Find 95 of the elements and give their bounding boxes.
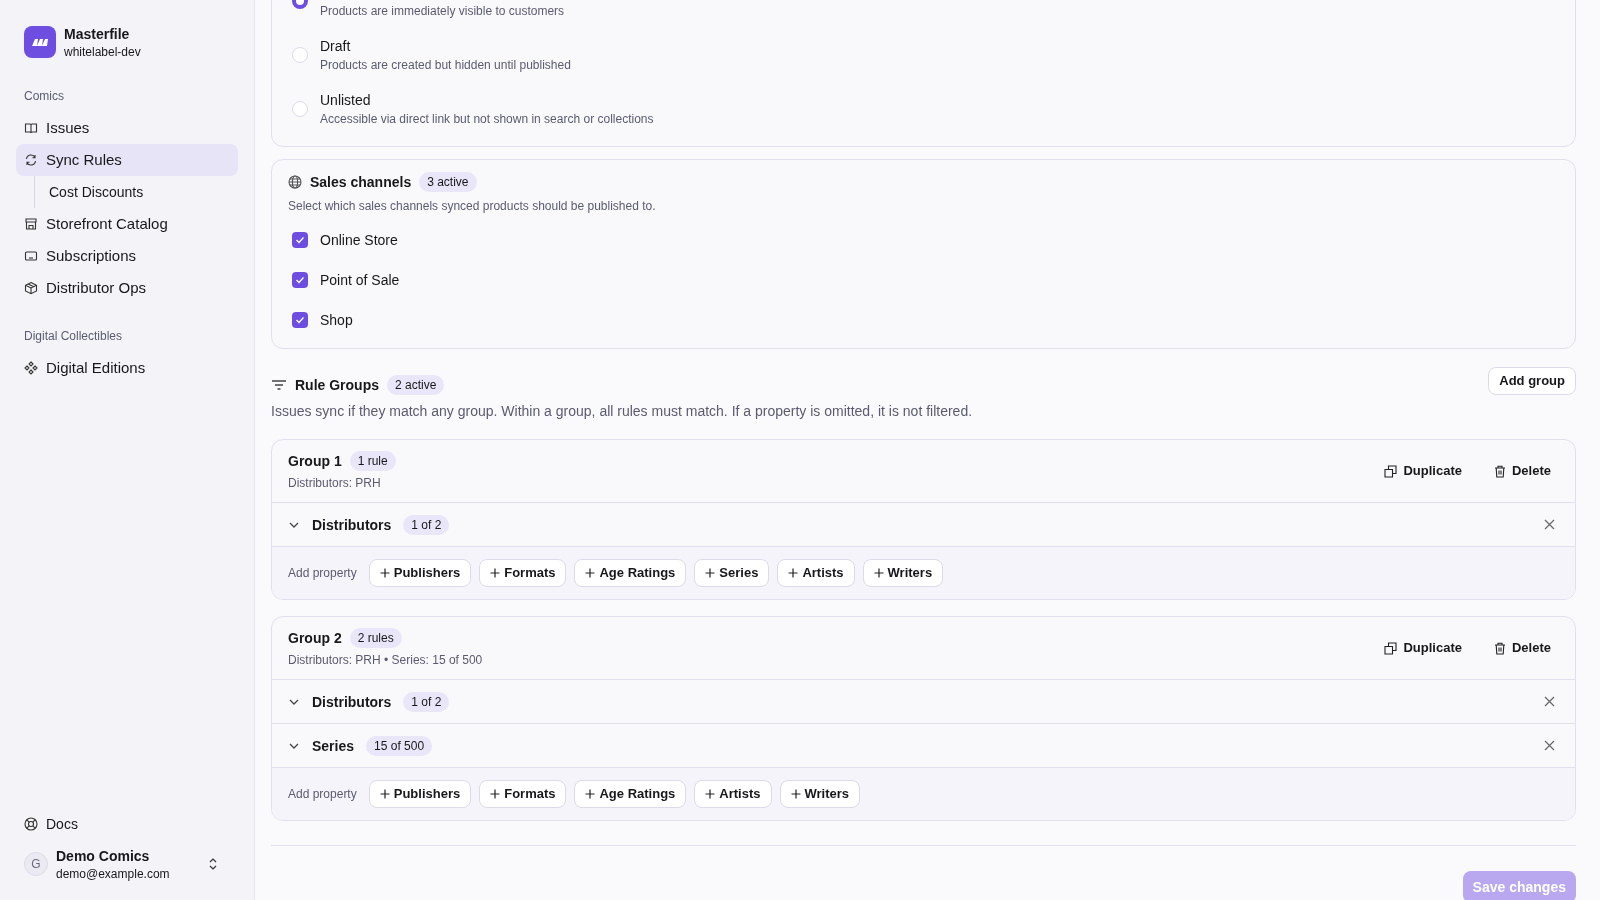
option-label: Draft [320, 37, 352, 56]
count-badge: 2 active [387, 375, 445, 395]
count-badge: 15 of 500 [366, 735, 433, 756]
count-badge: 1 rule [349, 451, 396, 471]
plus-icon [490, 789, 501, 799]
card-icon [24, 249, 38, 263]
add-property-button[interactable]: Writers [779, 780, 861, 808]
chevron-updown-icon [208, 857, 218, 871]
nav-item[interactable]: Storefront Catalog [16, 208, 238, 240]
count-badge: 1 of 2 [403, 514, 450, 535]
plus-icon [705, 568, 716, 578]
check-icon [295, 275, 305, 285]
checkbox[interactable] [292, 232, 308, 248]
section-title: Sales channels [310, 173, 412, 192]
brand-logo [24, 26, 56, 58]
group-title: Group 2 [288, 629, 342, 648]
plus-icon [873, 568, 884, 578]
count-badge: 1 of 2 [403, 691, 450, 712]
section-label: Comics [23, 88, 65, 104]
plus-icon [788, 568, 799, 578]
nav-item[interactable]: Distributor Ops [16, 272, 238, 304]
workspace-name: whitelabel-dev [64, 44, 141, 60]
nav-item[interactable]: Subscriptions [16, 240, 238, 272]
docs-link[interactable]: Docs [16, 808, 238, 840]
check-icon [295, 315, 305, 325]
close-icon[interactable] [1544, 519, 1555, 530]
lifebuoy-icon [24, 817, 38, 831]
checkbox-label: Online Store [320, 231, 398, 250]
brand-name: Masterfile [64, 25, 131, 44]
plus-icon [379, 568, 390, 578]
duplicate-button[interactable]: Duplicate [1376, 457, 1470, 485]
option-description: Accessible via direct link but not shown in search or collections [320, 111, 654, 128]
copy-icon [1384, 464, 1398, 478]
delete-button[interactable]: Delete [1485, 457, 1559, 485]
trash-icon [1493, 641, 1506, 655]
checkbox-label: Point of Sale [320, 271, 400, 290]
account-email: demo@example.com [56, 866, 171, 882]
option-label: Unlisted [320, 91, 372, 110]
add-property-button[interactable]: Artists [694, 780, 772, 808]
option-description: Products are immediately visible to customers [320, 3, 565, 20]
duplicate-button[interactable]: Duplicate [1376, 634, 1470, 662]
rule-title: Distributors [312, 692, 392, 712]
section-title: Rule Groups [295, 376, 379, 395]
plus-icon [490, 568, 501, 578]
rule-title: Distributors [312, 515, 392, 535]
group-summary: Distributors: PRH [288, 475, 382, 491]
add-property-button[interactable]: Age Ratings [574, 780, 687, 808]
nav-item[interactable]: Issues [16, 112, 238, 144]
add-property-label: Add property [288, 786, 357, 802]
add-property-button[interactable]: Publishers [368, 559, 472, 587]
count-badge: 3 active [419, 172, 477, 192]
section-description: Select which sales channels synced products should be published to. [288, 198, 657, 214]
nav-item[interactable]: Sync Rules [16, 144, 238, 176]
avatar: G [24, 852, 48, 876]
close-icon[interactable] [1544, 740, 1555, 751]
filter-icon [271, 379, 287, 391]
group-summary: Distributors: PRH • Series: 15 of 500 [288, 652, 484, 668]
count-badge: 2 rules [349, 628, 402, 648]
trash-icon [1493, 464, 1506, 478]
store-icon [24, 217, 38, 231]
delete-button[interactable]: Delete [1485, 634, 1559, 662]
add-property-button[interactable]: Age Ratings [574, 559, 687, 587]
close-icon[interactable] [1544, 696, 1555, 707]
checkbox-label: Shop [320, 311, 353, 330]
account-name: Demo Comics [56, 847, 151, 866]
diamond-icon [24, 361, 38, 375]
rule-title: Series [312, 736, 355, 756]
add-property-label: Add property [288, 565, 357, 581]
add-property-button[interactable]: Writers [862, 559, 944, 587]
book-icon [24, 121, 38, 135]
plus-icon [379, 789, 390, 799]
plus-icon [790, 789, 801, 799]
add-property-button[interactable]: Series [694, 559, 770, 587]
section-label: Digital Collectibles [23, 328, 124, 344]
package-icon [24, 281, 38, 295]
copy-icon [1384, 641, 1398, 655]
checkbox[interactable] [292, 272, 308, 288]
add-property-button[interactable]: Publishers [368, 780, 472, 808]
nav-item[interactable]: Digital Editions [16, 352, 238, 384]
option-description: Products are created but hidden until published [320, 57, 571, 74]
group-title: Group 1 [288, 452, 342, 471]
add-property-button[interactable]: Artists [777, 559, 855, 587]
section-description: Issues sync if they match any group. Within a group, all rules must match. If a property is omitted, it is not filtered. [271, 402, 974, 421]
add-property-button[interactable]: Formats [479, 780, 567, 808]
plus-icon [585, 789, 596, 799]
check-icon [295, 235, 305, 245]
sync-icon [24, 153, 38, 167]
account-switcher[interactable]: G Demo Comics demo@example.com [16, 844, 238, 884]
checkbox[interactable] [292, 312, 308, 328]
plus-icon [705, 789, 716, 799]
nav-subitem[interactable]: Cost Discounts [35, 176, 238, 208]
plus-icon [585, 568, 596, 578]
add-group-button[interactable]: Add group [1488, 367, 1576, 395]
add-property-button[interactable]: Formats [479, 559, 567, 587]
globe-icon [288, 175, 302, 189]
